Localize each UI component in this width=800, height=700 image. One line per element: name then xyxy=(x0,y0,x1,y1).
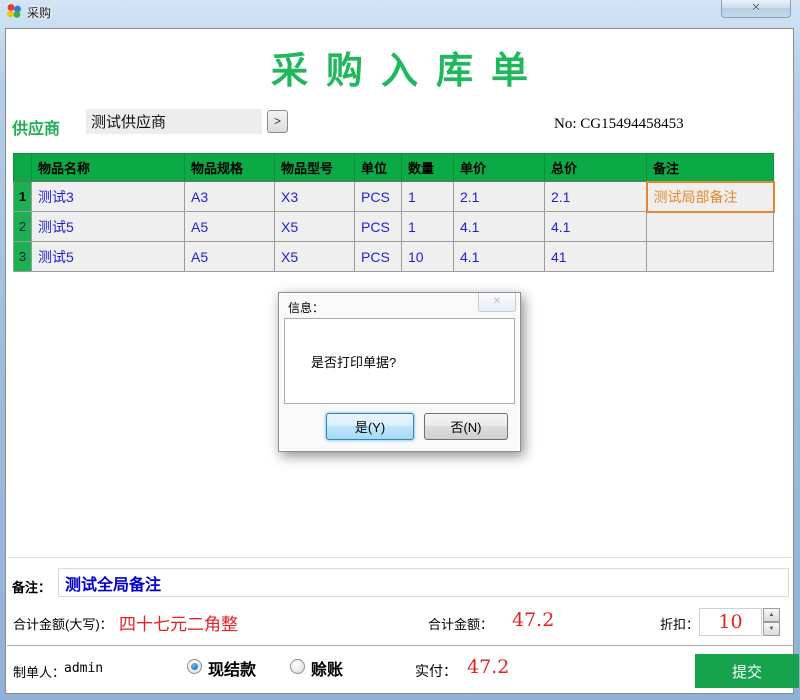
header-item-name: 物品名称 xyxy=(31,153,185,182)
cell-item-name[interactable]: 测试3 xyxy=(31,181,185,212)
spin-up-icon[interactable]: ▲ xyxy=(763,608,780,622)
creator-label: 制单人： xyxy=(13,665,66,680)
table-row: 2 测试5 A5 X5 PCS 1 4.1 4.1 xyxy=(13,211,774,242)
global-remark-label: 备注： xyxy=(12,580,52,595)
table-row: 1 测试3 A3 X3 PCS 1 2.1 2.1 测试局部备注 xyxy=(13,180,775,213)
row-number[interactable]: 2 xyxy=(13,211,32,242)
row-number[interactable]: 3 xyxy=(13,241,32,272)
items-table: 物品名称 物品规格 物品型号 单位 数量 单价 总价 备注 1 测试3 A3 X… xyxy=(13,153,775,272)
cell-remark[interactable] xyxy=(646,211,774,242)
total-words-value: 四十七元二角整 xyxy=(119,615,238,634)
cell-item-model[interactable]: X5 xyxy=(274,211,355,242)
supplier-label: 供应商 xyxy=(12,121,61,138)
cell-unit[interactable]: PCS xyxy=(354,211,402,242)
dialog-message: 是否打印单据? xyxy=(311,355,397,370)
dialog-title: 信息： xyxy=(288,301,325,315)
cell-total[interactable]: 41 xyxy=(544,241,647,272)
paid-label: 实付： xyxy=(415,663,457,679)
table-row: 3 测试5 A5 X5 PCS 10 4.1 41 xyxy=(13,241,774,272)
header-remark: 备注 xyxy=(646,153,774,182)
header-item-spec: 物品规格 xyxy=(184,153,275,182)
cell-remark-selected[interactable]: 测试局部备注 xyxy=(645,180,775,213)
window-titlebar: 采购 ✕ xyxy=(0,0,800,28)
header-qty: 数量 xyxy=(401,153,454,182)
total-words-label: 合计金额(大写)： xyxy=(13,617,113,632)
cell-item-spec[interactable]: A3 xyxy=(184,181,275,212)
total-value: 47.2 xyxy=(512,609,555,631)
bottom-row: 制单人： admin 现结款 赊账 实付： 47.2 提交 xyxy=(7,646,799,694)
cell-price[interactable]: 4.1 xyxy=(453,211,545,242)
header-price: 单价 xyxy=(453,153,545,182)
supplier-input[interactable] xyxy=(86,109,262,134)
cell-price[interactable]: 4.1 xyxy=(453,241,545,272)
cell-item-name[interactable]: 测试5 xyxy=(31,241,185,272)
cell-item-model[interactable]: X3 xyxy=(274,181,355,212)
row-number[interactable]: 1 xyxy=(13,181,32,212)
spin-down-icon[interactable]: ▼ xyxy=(763,622,780,636)
cell-qty[interactable]: 1 xyxy=(401,211,454,242)
cell-item-name[interactable]: 测试5 xyxy=(31,211,185,242)
header-total: 总价 xyxy=(544,153,647,182)
message-dialog: 信息： ✕ 是否打印单据? 是(Y) 否(N) xyxy=(278,292,521,452)
order-number: No: CG15494458453 xyxy=(554,116,684,132)
header-item-model: 物品型号 xyxy=(274,153,355,182)
creator-value: admin xyxy=(64,661,104,676)
radio-pay-cash[interactable] xyxy=(187,659,202,674)
cell-unit[interactable]: PCS xyxy=(354,241,402,272)
header-unit: 单位 xyxy=(354,153,402,182)
pay-cash-label[interactable]: 现结款 xyxy=(208,656,256,680)
radio-pay-credit[interactable] xyxy=(290,659,305,674)
page-title: 采购入库单 xyxy=(271,48,546,92)
cell-price[interactable]: 2.1 xyxy=(453,181,545,212)
cell-total[interactable]: 2.1 xyxy=(544,181,647,212)
discount-label: 折扣： xyxy=(660,617,700,632)
cell-unit[interactable]: PCS xyxy=(354,181,402,212)
discount-stepper: ▲ ▼ xyxy=(763,608,780,636)
table-header-row: 物品名称 物品规格 物品型号 单位 数量 单价 总价 备注 xyxy=(13,153,774,182)
cell-remark[interactable] xyxy=(646,241,774,272)
global-remark-input[interactable] xyxy=(58,568,789,597)
paid-value: 47.2 xyxy=(467,656,510,678)
cell-total[interactable]: 4.1 xyxy=(544,211,647,242)
window-close-icon[interactable]: ✕ xyxy=(721,0,791,18)
total-label: 合计金额： xyxy=(428,617,494,632)
app-icon xyxy=(7,4,21,18)
dialog-body: 是否打印单据? xyxy=(284,318,515,404)
pay-credit-label[interactable]: 赊账 xyxy=(311,656,343,680)
header-corner xyxy=(13,153,32,182)
dialog-yes-button[interactable]: 是(Y) xyxy=(326,413,414,440)
window-title: 采购 xyxy=(27,6,52,20)
divider xyxy=(7,557,792,558)
cell-item-spec[interactable]: A5 xyxy=(184,211,275,242)
cell-item-spec[interactable]: A5 xyxy=(184,241,275,272)
cell-qty[interactable]: 10 xyxy=(401,241,454,272)
discount-input[interactable] xyxy=(699,608,762,636)
submit-button[interactable]: 提交 xyxy=(695,654,799,688)
dialog-close-icon[interactable]: ✕ xyxy=(478,293,516,312)
cell-qty[interactable]: 1 xyxy=(401,181,454,212)
supplier-browse-button[interactable]: > xyxy=(267,110,288,133)
dialog-no-button[interactable]: 否(N) xyxy=(424,413,508,440)
cell-item-model[interactable]: X5 xyxy=(274,241,355,272)
totals-row: 合计金额(大写)： 四十七元二角整 合计金额： 47.2 折扣： ▲ ▼ xyxy=(7,601,794,646)
